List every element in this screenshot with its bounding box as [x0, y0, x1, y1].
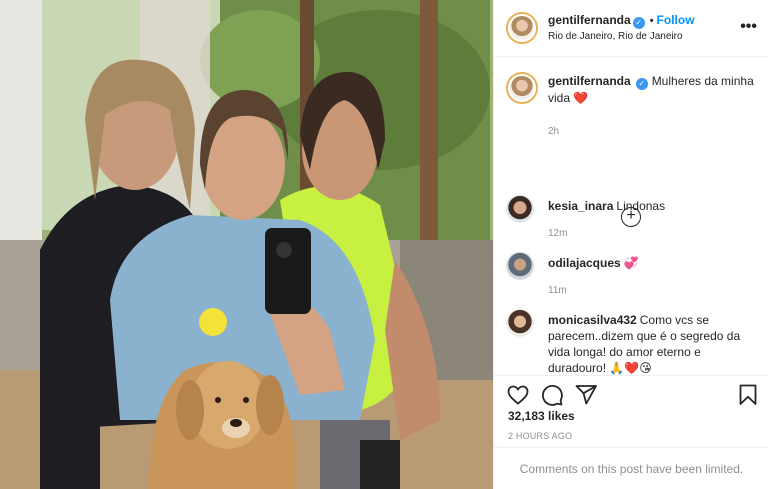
- post-header: gentilfernanda ✓ • Follow Rio de Janeiro, R…: [494, 0, 768, 57]
- comment-icon[interactable]: [540, 383, 564, 407]
- comment-time[interactable]: 11m: [548, 283, 758, 299]
- share-icon[interactable]: [574, 383, 598, 407]
- bookmark-icon[interactable]: [736, 383, 760, 407]
- verified-badge-icon: ✓: [635, 78, 648, 90]
- comments-section[interactable]: gentilfernanda ✓ Mulheres da minha vida ❤️…: [494, 57, 768, 375]
- author-username[interactable]: gentilfernanda: [548, 13, 631, 27]
- caption-time[interactable]: 2h: [548, 124, 758, 140]
- commenter-avatar[interactable]: [506, 252, 534, 280]
- likes-count[interactable]: 32,183 likes: [508, 409, 575, 423]
- heart-icon[interactable]: [506, 383, 530, 407]
- comment-text: Lindonas: [616, 199, 666, 213]
- comment-username[interactable]: kesia_inara: [548, 199, 613, 213]
- post-actions-bar: [494, 375, 768, 413]
- author-line: gentilfernanda ✓ • Follow: [548, 13, 695, 29]
- comment-username[interactable]: odilajacques: [548, 256, 621, 270]
- comment-time[interactable]: 12m: [548, 226, 758, 242]
- author-avatar[interactable]: [506, 12, 538, 44]
- comments-limited-notice: Comments on this post have been limited.: [494, 447, 768, 489]
- commenter-avatar[interactable]: [506, 195, 534, 223]
- comment-username[interactable]: monicasilva432: [548, 313, 637, 327]
- commenter-avatar[interactable]: [506, 309, 534, 337]
- caption-username[interactable]: gentilfernanda: [548, 74, 631, 88]
- post-photo[interactable]: [0, 0, 493, 489]
- follow-button[interactable]: Follow: [657, 13, 695, 27]
- verified-badge-icon: ✓: [632, 17, 645, 29]
- more-options-icon[interactable]: •••: [740, 18, 757, 36]
- post-photo-illustration: [0, 0, 493, 489]
- post-timestamp[interactable]: 2 HOURS AGO: [508, 431, 572, 441]
- caption-avatar[interactable]: [506, 72, 538, 104]
- post-location[interactable]: Rio de Janeiro, Rio de Janeiro: [548, 31, 683, 42]
- separator-dot: •: [649, 15, 654, 27]
- comment-text: 💞: [623, 256, 639, 270]
- post-side-panel: gentilfernanda ✓ • Follow Rio de Janeiro, R…: [493, 0, 768, 489]
